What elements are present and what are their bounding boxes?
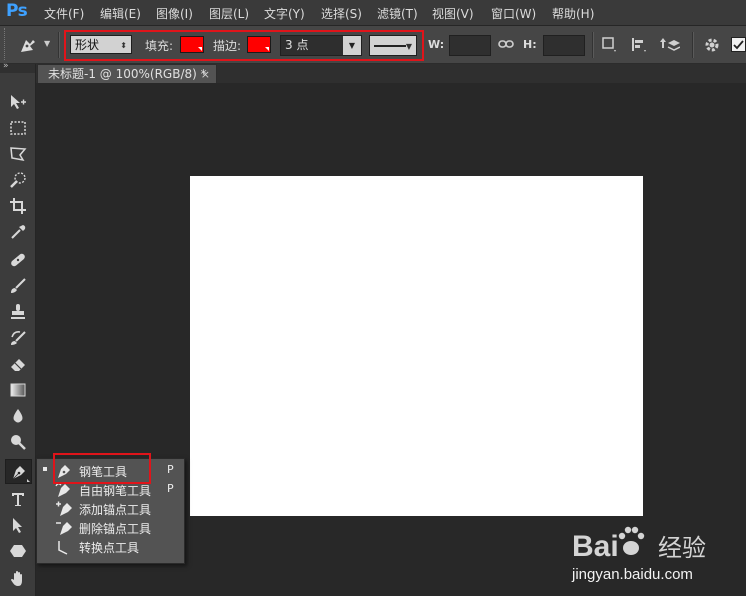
- hand-tool[interactable]: [7, 569, 29, 589]
- crop-icon: [10, 198, 26, 214]
- convert-point-icon: [58, 541, 68, 555]
- menu-select[interactable]: 选择(S): [321, 5, 362, 22]
- arrow-pointer-icon: [13, 518, 22, 533]
- gear-icon[interactable]: [703, 36, 721, 54]
- options-grip[interactable]: [4, 28, 9, 60]
- path-operations-icon[interactable]: [602, 37, 618, 53]
- flyout-item-label: 自由钢笔工具: [79, 484, 152, 498]
- baidu-jingyan-watermark: Bai 经验: [572, 520, 712, 566]
- menu-window[interactable]: 窗口(W): [491, 5, 536, 22]
- menu-edit[interactable]: 编辑(E): [100, 5, 141, 22]
- width-field[interactable]: [449, 35, 491, 56]
- add-anchor-icon: [56, 501, 72, 516]
- align-edges-checkbox[interactable]: [731, 37, 746, 52]
- dodge-tool[interactable]: [7, 432, 29, 452]
- svg-text:Bai: Bai: [572, 530, 619, 563]
- stamp-icon: [11, 304, 25, 319]
- type-tool[interactable]: [7, 489, 29, 509]
- collapse-icon[interactable]: »: [3, 61, 9, 71]
- link-icon[interactable]: [498, 38, 514, 50]
- healing-brush-tool[interactable]: [7, 250, 29, 270]
- flyout-item-label: 删除锚点工具: [79, 522, 152, 536]
- brush-icon: [11, 278, 26, 293]
- highlight-box-pen-tool: [53, 453, 151, 484]
- chevron-down-icon[interactable]: ▼: [44, 39, 50, 48]
- menu-bar: Ps 文件(F) 编辑(E) 图像(I) 图层(L) 文字(Y) 选择(S) 滤…: [0, 0, 746, 26]
- path-selection-tool[interactable]: [7, 515, 29, 535]
- highlight-box-options: [64, 30, 424, 61]
- gradient-icon: [10, 383, 26, 397]
- eyedropper-icon: [11, 225, 26, 239]
- document-canvas[interactable]: [190, 176, 643, 516]
- polygonal-lasso-icon: [10, 147, 27, 162]
- delete-anchor-icon: [56, 522, 72, 535]
- water-drop-icon: [13, 409, 23, 423]
- tools-panel: »: [0, 61, 36, 596]
- hand-icon: [11, 571, 22, 586]
- menu-layer[interactable]: 图层(L): [209, 5, 249, 22]
- document-tab[interactable]: 未标题-1 @ 100%(RGB/8) * ×: [37, 64, 217, 83]
- height-field[interactable]: [543, 35, 585, 56]
- height-label: H:: [523, 38, 537, 51]
- history-brush-tool[interactable]: [7, 328, 29, 348]
- clone-stamp-tool[interactable]: [7, 302, 29, 322]
- width-label: W:: [428, 38, 445, 51]
- menu-file[interactable]: 文件(F): [44, 5, 84, 22]
- flyout-item-shortcut: P: [167, 482, 174, 495]
- path-alignment-icon[interactable]: [630, 37, 648, 53]
- flyout-item-convert-point[interactable]: 转换点工具: [37, 537, 184, 556]
- flyout-item-add-anchor[interactable]: 添加锚点工具: [37, 499, 184, 518]
- shape-tool[interactable]: [7, 541, 29, 561]
- document-tab-title: 未标题-1 @ 100%(RGB/8) *: [48, 67, 207, 81]
- rectangular-marquee-icon: [10, 121, 26, 135]
- eyedropper-tool[interactable]: [7, 222, 29, 242]
- marquee-tool[interactable]: [7, 118, 29, 138]
- blur-tool[interactable]: [7, 406, 29, 426]
- flyout-item-shortcut: P: [167, 463, 174, 476]
- checkmark-icon: [733, 40, 744, 50]
- tools-panel-header[interactable]: »: [0, 61, 35, 73]
- menu-filter[interactable]: 滤镜(T): [377, 5, 418, 22]
- menu-type[interactable]: 文字(Y): [264, 5, 305, 22]
- menu-view[interactable]: 视图(V): [432, 5, 474, 22]
- dodge-icon: [11, 435, 26, 450]
- move-tool[interactable]: [7, 92, 29, 112]
- hexagon-icon: [10, 545, 26, 557]
- menu-help[interactable]: 帮助(H): [552, 5, 594, 22]
- pen-icon: [12, 465, 25, 479]
- pen-icon: [21, 40, 35, 52]
- move-icon: [11, 95, 26, 109]
- quick-selection-icon: [10, 172, 26, 188]
- flyout-item-delete-anchor[interactable]: 删除锚点工具: [37, 518, 184, 537]
- lasso-tool[interactable]: [7, 144, 29, 164]
- path-arrangement-icon[interactable]: [660, 37, 680, 53]
- brush-tool[interactable]: [7, 276, 29, 296]
- flyout-item-label: 转换点工具: [79, 541, 140, 555]
- type-t-icon: [12, 493, 24, 506]
- tool-preset-picker[interactable]: [17, 34, 39, 56]
- flyout-item-label: 添加锚点工具: [79, 503, 152, 517]
- gradient-tool[interactable]: [7, 380, 29, 400]
- options-bar: ▼ 形状 ⬍ 填充: 描边: 3 点 ▼ ▼ W: H:: [0, 26, 746, 64]
- bandage-icon: [11, 253, 25, 267]
- eraser-tool[interactable]: [7, 354, 29, 374]
- close-icon[interactable]: ×: [201, 65, 210, 84]
- watermark-jingyan-text: 经验: [658, 534, 706, 562]
- quick-selection-tool[interactable]: [7, 170, 29, 190]
- menu-image[interactable]: 图像(I): [156, 5, 193, 22]
- app-logo: Ps: [6, 1, 28, 21]
- history-brush-icon: [11, 331, 26, 345]
- crop-tool[interactable]: [7, 196, 29, 216]
- watermark-url: jingyan.baidu.com: [572, 566, 693, 583]
- selected-bullet-icon: [43, 467, 47, 471]
- eraser-icon: [11, 359, 25, 371]
- flyout-indicator: [27, 479, 30, 482]
- pen-tool[interactable]: [5, 459, 32, 484]
